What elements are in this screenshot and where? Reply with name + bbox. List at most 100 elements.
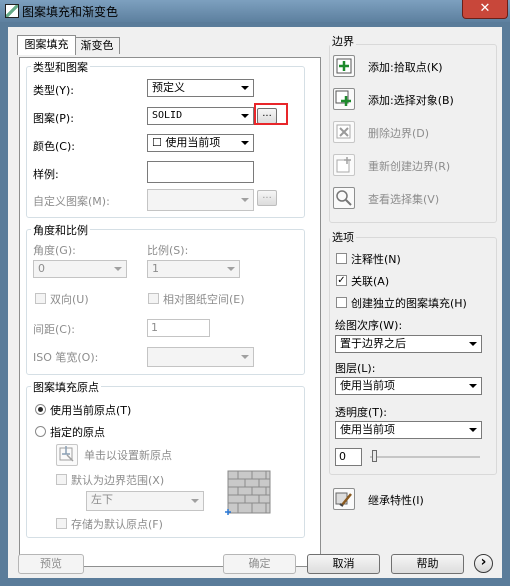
draw-order-label: 绘图次序(W): (335, 319, 403, 332)
layer-combo[interactable]: 使用当前项 (335, 377, 482, 395)
annotative-checkbox[interactable] (336, 253, 347, 264)
swatch-preview[interactable] (147, 161, 254, 183)
origin-group-label: 图案填充原点 (31, 379, 101, 395)
window-title: 图案填充和渐变色 (22, 5, 119, 19)
inherit-properties-label: 继承特性(I) (368, 494, 424, 507)
add-pick-points-icon (336, 58, 352, 74)
click-set-origin-button[interactable] (56, 444, 78, 466)
store-default-label: 存储为默认原点(F) (71, 518, 163, 531)
recreate-boundary-icon (336, 157, 351, 173)
magnifier-icon (336, 190, 352, 206)
add-select-objects-label: 添加:选择对象(B) (368, 94, 454, 107)
type-pattern-group-label: 类型和图案 (31, 59, 90, 75)
type-combo[interactable]: 预定义 (147, 79, 254, 97)
tab-hatch[interactable]: 图案填充 (17, 35, 76, 55)
relative-paper-label: 相对图纸空间(E) (163, 293, 245, 306)
annotative-label: 注释性(N) (351, 253, 401, 266)
scale-combo-value: 1 (152, 262, 159, 275)
color-label: 颜色(C): (33, 140, 75, 153)
separate-hatches-label: 创建独立的图案填充(H) (351, 297, 467, 310)
chevron-down-icon (469, 428, 477, 432)
brush-icon (335, 492, 352, 507)
use-current-origin-radio[interactable] (35, 404, 46, 415)
custom-browse-button[interactable]: ... (257, 190, 277, 206)
color-combo[interactable]: ☐ 使用当前项 (147, 134, 254, 152)
chevron-down-icon (241, 198, 249, 202)
custom-pattern-combo[interactable] (147, 189, 254, 211)
transparency-combo[interactable]: 使用当前项 (335, 421, 482, 439)
chevron-down-icon (241, 86, 249, 90)
remove-boundary-icon (336, 124, 351, 139)
draw-order-combo[interactable]: 置于边界之后 (335, 335, 482, 353)
angle-label: 角度(G): (33, 244, 76, 257)
add-pick-points-label: 添加:拾取点(K) (368, 61, 443, 74)
origin-position-value: 左下 (91, 493, 113, 506)
chevron-down-icon (114, 267, 122, 271)
recreate-boundary-button[interactable] (333, 154, 355, 176)
chevron-down-icon (241, 141, 249, 145)
angle-scale-group-label: 角度和比例 (31, 222, 90, 238)
store-default-checkbox[interactable] (56, 518, 67, 529)
use-current-origin-label: 使用当前原点(T) (50, 404, 132, 417)
angle-combo[interactable]: 0 (33, 260, 127, 278)
scale-label: 比例(S): (147, 244, 189, 257)
hatch-app-icon (5, 4, 19, 18)
specified-origin-radio[interactable] (35, 426, 46, 437)
scale-combo[interactable]: 1 (147, 260, 240, 278)
pick-origin-icon (59, 446, 74, 462)
chevron-down-icon (241, 355, 249, 359)
specified-origin-label: 指定的原点 (50, 426, 105, 439)
transparency-slider-thumb[interactable] (372, 450, 377, 462)
cancel-button[interactable]: 取消 (307, 554, 380, 574)
spacing-label: 间距(C): (33, 323, 75, 336)
chevron-down-icon (469, 342, 477, 346)
ok-button[interactable]: 确定 (223, 554, 296, 574)
title-bar[interactable]: 图案填充和渐变色 ✕ (0, 0, 510, 22)
swatch-label: 样例: (33, 168, 59, 181)
color-combo-value: ☐ 使用当前项 (152, 136, 221, 149)
highlight-box (254, 103, 288, 125)
check-icon: ✓ (337, 275, 346, 286)
dialog-window: 图案填充和渐变色 ✕ 图案填充 渐变色 类型和图案 类型(Y): 预定义 图案(… (0, 0, 510, 586)
add-select-objects-icon (335, 90, 351, 106)
chevron-down-icon (469, 384, 477, 388)
preview-button[interactable]: 预览 (18, 554, 84, 574)
associative-label: 关联(A) (351, 275, 390, 288)
pattern-combo[interactable]: SOLID (147, 107, 254, 125)
tab-gradient[interactable]: 渐变色 (74, 37, 120, 54)
spacing-input[interactable]: 1 (147, 319, 210, 337)
transparency-slider-track[interactable] (370, 456, 480, 458)
custom-pattern-label: 自定义图案(M): (33, 195, 110, 208)
separate-hatches-checkbox[interactable] (336, 297, 347, 308)
type-combo-value: 预定义 (152, 81, 185, 94)
transparency-value: 使用当前项 (340, 423, 395, 436)
double-checkbox[interactable] (35, 293, 46, 304)
options-group-label: 选项 (330, 229, 356, 245)
pattern-label: 图案(P): (33, 112, 74, 125)
transparency-label: 透明度(T): (335, 406, 388, 419)
view-selection-label: 查看选择集(V) (368, 193, 440, 206)
draw-order-value: 置于边界之后 (340, 337, 406, 350)
view-selection-button[interactable] (333, 187, 355, 209)
add-select-objects-button[interactable] (333, 88, 355, 110)
double-label: 双向(U) (50, 293, 89, 306)
chevron-right-icon: › (480, 554, 487, 570)
transparency-input[interactable]: 0 (335, 448, 362, 466)
origin-position-combo[interactable]: 左下 (86, 491, 204, 511)
close-button[interactable]: ✕ (462, 0, 508, 19)
associative-checkbox[interactable]: ✓ (336, 275, 347, 286)
default-boundary-label: 默认为边界范围(X) (71, 474, 165, 487)
add-pick-points-button[interactable] (333, 55, 355, 77)
iso-pen-combo[interactable] (147, 347, 254, 367)
recreate-boundary-label: 重新创建边界(R) (368, 160, 451, 173)
remove-boundary-button[interactable] (333, 121, 355, 143)
angle-combo-value: 0 (38, 262, 45, 275)
help-button[interactable]: 帮助 (391, 554, 464, 574)
inherit-properties-button[interactable] (333, 488, 355, 510)
chevron-down-icon (241, 114, 249, 118)
layer-value: 使用当前项 (340, 379, 395, 392)
more-options-button[interactable]: › (474, 554, 493, 573)
default-boundary-checkbox[interactable] (56, 474, 67, 485)
relative-paper-checkbox[interactable] (148, 293, 159, 304)
dialog-client: 图案填充 渐变色 类型和图案 类型(Y): 预定义 图案(P): SOLID .… (8, 27, 502, 578)
